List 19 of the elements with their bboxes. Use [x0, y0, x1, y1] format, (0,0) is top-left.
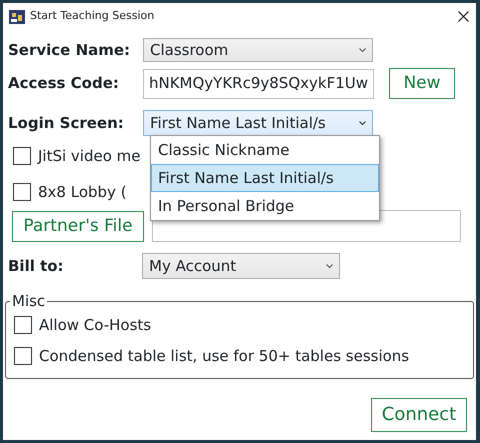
field-label: Access Code: — [7, 73, 120, 94]
dropdown-option[interactable]: In Personal Bridge — [151, 192, 379, 220]
checkbox-label[interactable]: Allow Co-Hosts — [39, 314, 152, 336]
field-label: Login Screen: — [7, 112, 125, 134]
field-label: Bill to: — [7, 256, 65, 277]
field-label: Service Name: — [7, 40, 132, 61]
service-name-dropdown[interactable]: Classroom — [143, 38, 373, 62]
dropdown-option[interactable]: First Name Last Initial/s — [151, 164, 379, 192]
access-code-field[interactable]: hNKMQyYKRc9y8SQxykF1Uw — [143, 68, 374, 98]
bill-to-dropdown[interactable]: My Account — [142, 253, 340, 279]
checkbox-label[interactable]: Condensed table list, use for 50+ tables sessions — [39, 344, 410, 367]
connect-button[interactable]: Connect — [371, 398, 467, 432]
checkbox-label[interactable]: JitSi video me — [38, 144, 141, 168]
checkbox-label[interactable]: 8x8 Lobby ( — [38, 180, 127, 204]
dropdown-option[interactable]: Classic Nickname — [151, 136, 379, 164]
partners-file-button[interactable]: Partner's File — [12, 210, 144, 242]
new-button[interactable]: New — [389, 68, 455, 99]
window-title: Start Teaching Session — [30, 8, 154, 24]
login-screen-dropdown[interactable]: First Name Last Initial/s — [143, 110, 373, 136]
